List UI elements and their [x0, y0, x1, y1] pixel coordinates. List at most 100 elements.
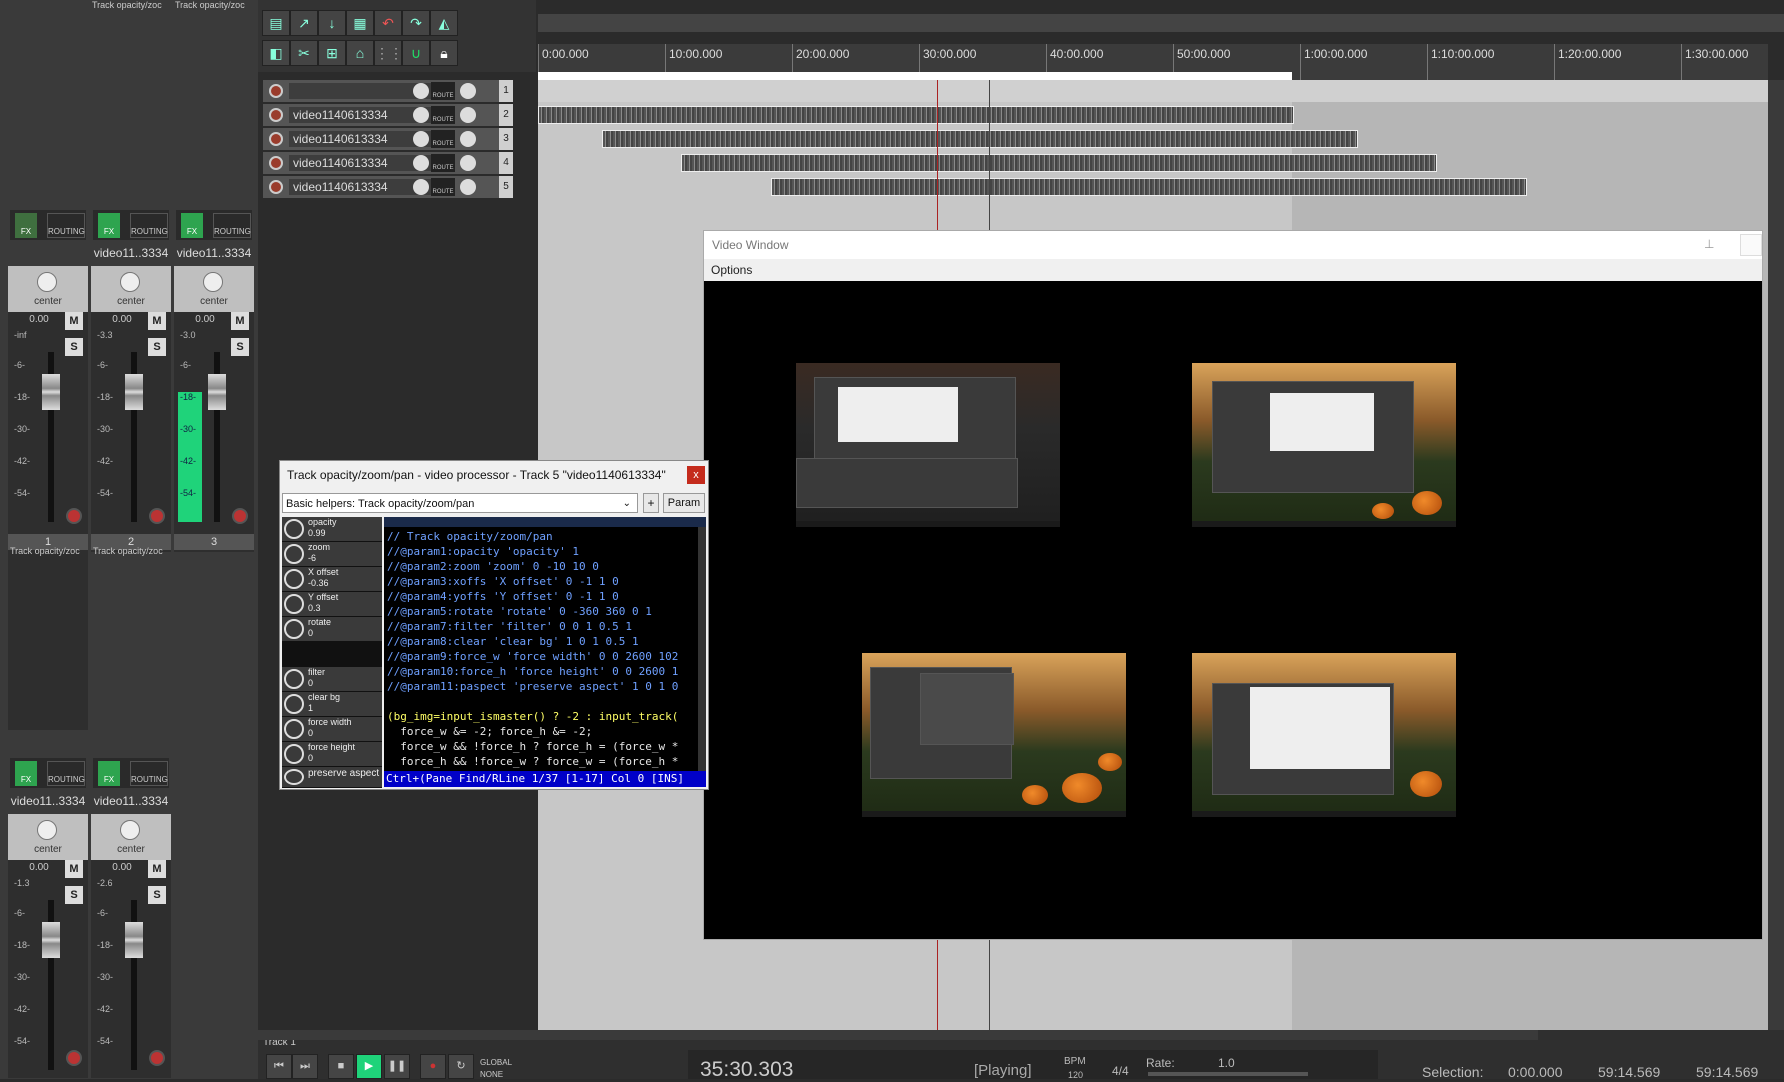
undo-icon[interactable]: ↶: [374, 10, 402, 36]
lock-icon[interactable]: 🔒︎: [430, 40, 458, 66]
volume-fader[interactable]: [208, 374, 226, 410]
new-project-icon[interactable]: ▤: [262, 10, 290, 36]
param-zoom[interactable]: zoom -6: [282, 542, 382, 567]
param-knob[interactable]: [284, 769, 304, 785]
track-lane-5[interactable]: [538, 176, 1768, 198]
track-lane-1[interactable]: [538, 80, 1768, 102]
pan-knob[interactable]: [203, 272, 223, 292]
routing-button[interactable]: ROUTING: [130, 213, 168, 238]
route-button[interactable]: ROUTE: [431, 82, 455, 100]
record-arm-button[interactable]: [232, 508, 248, 524]
media-item[interactable]: [771, 178, 1527, 196]
pan-knob[interactable]: [120, 272, 140, 292]
track-row-4[interactable]: video1140613334 ROUTE 4: [263, 152, 513, 176]
close-icon[interactable]: [1740, 234, 1762, 256]
solo-button[interactable]: S: [148, 338, 166, 356]
go-to-end-button[interactable]: ⏭︎: [292, 1054, 318, 1079]
track-lane-2[interactable]: [538, 104, 1768, 126]
volume-fader[interactable]: [42, 374, 60, 410]
param-knob[interactable]: [284, 544, 304, 564]
track-lane-4[interactable]: [538, 152, 1768, 174]
param-knob[interactable]: [284, 519, 304, 539]
record-arm-button[interactable]: [269, 84, 283, 98]
save-project-icon[interactable]: ↓: [318, 10, 346, 36]
routing-button[interactable]: ROUTING: [130, 761, 168, 786]
media-item[interactable]: [602, 130, 1358, 148]
volume-knob[interactable]: [413, 155, 429, 171]
param-knob[interactable]: [284, 619, 304, 639]
pan-knob[interactable]: [37, 820, 57, 840]
param-rotate[interactable]: rotate 0: [282, 617, 382, 642]
metronome-icon[interactable]: ◭: [430, 10, 458, 36]
item-grouping-icon[interactable]: ⊞: [318, 40, 346, 66]
snap-magnet-icon[interactable]: ∪: [402, 40, 430, 66]
go-to-start-button[interactable]: ⏮︎: [266, 1054, 292, 1079]
route-button[interactable]: ROUTE: [431, 130, 455, 148]
rate-slider[interactable]: [1148, 1072, 1308, 1076]
track-row-2[interactable]: video1140613334 ROUTE 2: [263, 104, 513, 128]
close-button[interactable]: x: [687, 466, 705, 484]
pan-knob[interactable]: [120, 820, 140, 840]
volume-knob[interactable]: [413, 179, 429, 195]
code-editor[interactable]: // Track opacity/zoom/pan //@param1:opac…: [384, 517, 706, 787]
record-arm-button[interactable]: [269, 132, 283, 146]
repeat-button[interactable]: ↻: [448, 1054, 474, 1079]
fx-button[interactable]: FX: [98, 761, 120, 786]
mute-button[interactable]: M: [65, 312, 83, 330]
fx-button[interactable]: FX: [98, 213, 120, 238]
video-window-title[interactable]: Video Window: [704, 231, 1762, 259]
record-arm-button[interactable]: [269, 180, 283, 194]
video-processor-window[interactable]: Track opacity/zoom/pan - video processor…: [279, 460, 709, 790]
record-arm-button[interactable]: [66, 508, 82, 524]
envelope-lock-icon[interactable]: ⌂: [346, 40, 374, 66]
automation-mode-label[interactable]: NONE: [480, 1070, 503, 1079]
param-preserve-aspect[interactable]: preserve aspect: [282, 767, 382, 788]
mute-button[interactable]: M: [148, 312, 166, 330]
media-item[interactable]: [538, 106, 1294, 124]
routing-button[interactable]: ROUTING: [47, 213, 85, 238]
param-opacity[interactable]: opacity 0.99: [282, 517, 382, 542]
fx-button[interactable]: FX: [15, 761, 37, 786]
solo-button[interactable]: S: [231, 338, 249, 356]
route-button[interactable]: ROUTE: [431, 106, 455, 124]
plugin-window-title[interactable]: Track opacity/zoom/pan - video processor…: [280, 461, 708, 489]
fx-button[interactable]: FX: [181, 213, 203, 238]
stop-button[interactable]: ■: [328, 1054, 354, 1079]
vertical-scrollbar[interactable]: [1768, 80, 1784, 1030]
pin-icon[interactable]: ⊥: [1704, 237, 1718, 253]
solo-button[interactable]: S: [148, 886, 166, 904]
ripple-edit-icon[interactable]: ✂: [290, 40, 318, 66]
selection-length[interactable]: 59:14.569: [1696, 1064, 1758, 1080]
fx-button[interactable]: FX: [15, 213, 37, 238]
param-knob[interactable]: [284, 569, 304, 589]
project-settings-icon[interactable]: ▦: [346, 10, 374, 36]
param-button[interactable]: Param: [663, 493, 705, 513]
param-force-width[interactable]: force width 0: [282, 717, 382, 742]
param-filter[interactable]: filter 0: [282, 667, 382, 692]
pan-knob[interactable]: [460, 131, 476, 147]
code-scrollbar[interactable]: [698, 527, 706, 771]
volume-knob[interactable]: [413, 131, 429, 147]
param-knob[interactable]: [284, 669, 304, 689]
route-button[interactable]: ROUTE: [431, 154, 455, 172]
global-automation-label[interactable]: GLOBAL: [480, 1058, 512, 1067]
mute-button[interactable]: M: [65, 860, 83, 878]
time-signature[interactable]: 4/4: [1112, 1064, 1129, 1078]
selection-end[interactable]: 59:14.569: [1598, 1064, 1660, 1080]
solo-button[interactable]: S: [65, 886, 83, 904]
selection-start[interactable]: 0:00.000: [1508, 1064, 1563, 1080]
open-project-icon[interactable]: ↗: [290, 10, 318, 36]
pan-knob[interactable]: [460, 155, 476, 171]
param-x-offset[interactable]: X offset -0.36: [282, 567, 382, 592]
pan-knob[interactable]: [460, 83, 476, 99]
record-arm-button[interactable]: [269, 156, 283, 170]
solo-button[interactable]: S: [65, 338, 83, 356]
redo-icon[interactable]: ↷: [402, 10, 430, 36]
pause-button[interactable]: ❚❚: [384, 1054, 410, 1079]
param-knob[interactable]: [284, 719, 304, 739]
track-row-3[interactable]: video1140613334 ROUTE 3: [263, 128, 513, 152]
param-knob[interactable]: [284, 694, 304, 714]
record-arm-button[interactable]: [149, 1050, 165, 1066]
param-knob[interactable]: [284, 594, 304, 614]
param-y-offset[interactable]: Y offset 0.3: [282, 592, 382, 617]
